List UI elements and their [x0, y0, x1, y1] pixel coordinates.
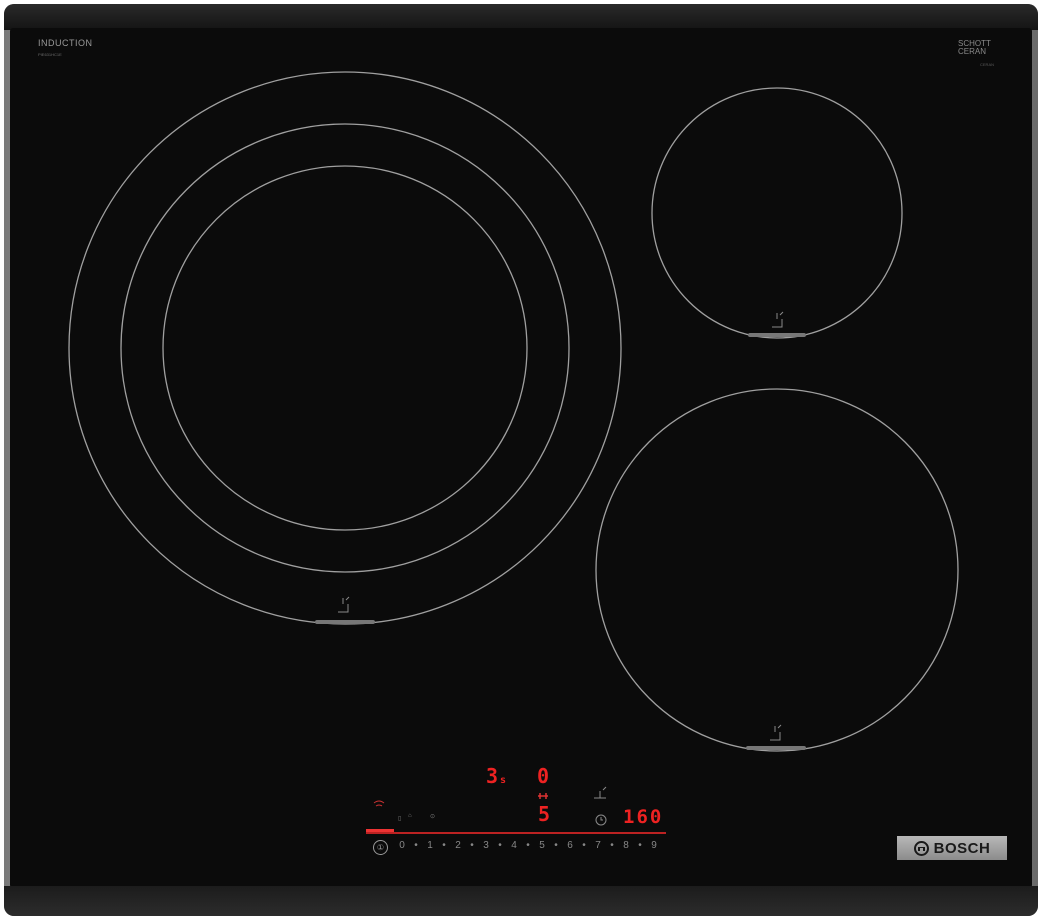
scale-step[interactable]: 5: [535, 840, 549, 851]
wipe-protection-icon[interactable]: ⌂: [408, 813, 412, 819]
scale-step[interactable]: 2: [451, 840, 465, 851]
scale-step[interactable]: •: [577, 840, 591, 851]
temperature-display: 160: [623, 806, 664, 828]
power-button[interactable]: ①: [373, 840, 388, 855]
right-zone-display: 0: [537, 764, 552, 788]
wifi-icon[interactable]: [373, 800, 385, 807]
scale-step[interactable]: •: [549, 840, 563, 851]
bosch-logo-icon: [913, 840, 929, 856]
left-zone-display: 3s: [486, 764, 508, 788]
control-slider-indicator: [366, 829, 394, 832]
small-zone-marker: [748, 333, 806, 337]
pan-sensor-icon: [770, 724, 782, 741]
scale-step[interactable]: 1: [423, 840, 437, 851]
scale-step[interactable]: 0: [395, 840, 409, 851]
scale-step[interactable]: 6: [563, 840, 577, 851]
scale-step[interactable]: •: [605, 840, 619, 851]
power-level-scale[interactable]: 0 • 1 • 2 • 3 • 4 • 5 • 6 • 7 • 8 • 9: [395, 840, 661, 851]
medium-zone-ring[interactable]: [595, 388, 959, 752]
scale-step[interactable]: 9: [647, 840, 661, 851]
scale-step[interactable]: •: [465, 840, 479, 851]
frying-sensor-icon[interactable]: [594, 786, 607, 799]
large-zone-middle-ring[interactable]: [120, 123, 570, 573]
bosch-logo-plate: BOSCH: [897, 836, 1007, 860]
large-zone-inner-ring[interactable]: [162, 165, 528, 531]
control-slider-track[interactable]: [366, 832, 666, 834]
pan-sensor-icon: [772, 311, 784, 328]
pan-sensor-icon: [338, 596, 350, 613]
scale-step[interactable]: •: [633, 840, 647, 851]
child-lock-icon[interactable]: ▯: [398, 815, 401, 822]
boost-icon[interactable]: ⊙: [430, 813, 435, 820]
scale-step[interactable]: 4: [507, 840, 521, 851]
cooking-zones: [68, 71, 959, 826]
timer-display: 5: [538, 802, 553, 826]
scale-step[interactable]: •: [409, 840, 423, 851]
scale-step[interactable]: •: [521, 840, 535, 851]
scale-step[interactable]: •: [493, 840, 507, 851]
medium-zone-marker: [746, 746, 806, 750]
scale-step[interactable]: •: [437, 840, 451, 851]
large-zone-outer-ring[interactable]: [68, 71, 622, 625]
scale-step[interactable]: 7: [591, 840, 605, 851]
scale-step[interactable]: 3: [479, 840, 493, 851]
small-zone-ring[interactable]: [651, 87, 903, 339]
left-zone-power-level: 3: [486, 764, 501, 788]
large-zone-marker: [315, 620, 375, 624]
timer-bracket-icon: [538, 793, 548, 799]
timer-clock-icon[interactable]: [595, 814, 607, 826]
scale-step[interactable]: 8: [619, 840, 633, 851]
left-zone-suffix: s: [500, 775, 509, 786]
brand-name: BOSCH: [933, 839, 991, 857]
